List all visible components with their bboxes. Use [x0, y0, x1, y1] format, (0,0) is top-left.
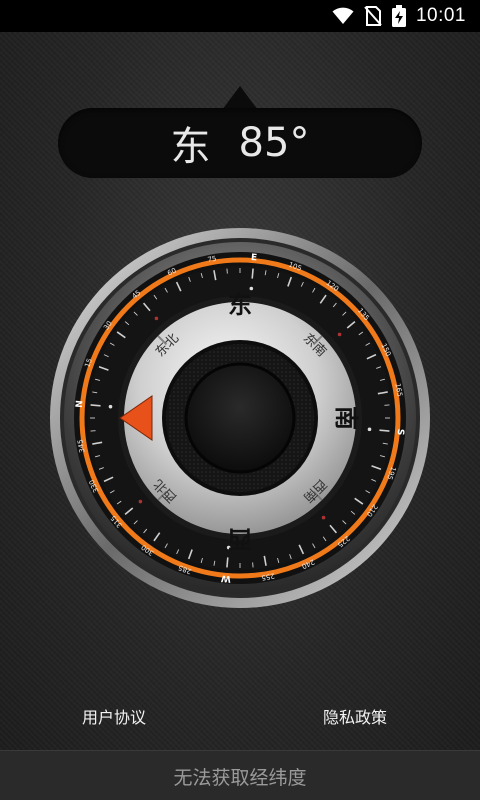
degree-label: 75 — [207, 255, 217, 264]
heading-degrees: 85° — [238, 120, 310, 166]
location-status-bar: 无法获取经纬度 — [0, 750, 480, 800]
ring-marker — [321, 515, 326, 520]
wifi-icon — [332, 7, 354, 24]
status-bar: 10:01 — [0, 0, 480, 32]
cardinal-label: S — [395, 428, 406, 435]
status-icons: 10:01 — [332, 0, 466, 32]
ring-marker — [367, 427, 372, 432]
dial-tick — [90, 404, 101, 407]
dial-tick — [226, 557, 229, 568]
heading-direction: 东 — [170, 124, 211, 170]
ring-marker — [154, 316, 159, 321]
inner-label-top: 东 — [228, 291, 252, 319]
inner-label-bottom: 西 — [228, 525, 252, 553]
ring-marker — [249, 286, 254, 291]
cardinal-label: N — [75, 400, 86, 408]
compass-hub — [184, 362, 296, 474]
cardinal-label: W — [221, 572, 232, 583]
no-sim-icon — [364, 6, 382, 26]
ring-marker — [138, 499, 143, 504]
status-time: 10:01 — [415, 5, 466, 26]
privacy-policy-link[interactable]: 隐私政策 — [323, 704, 387, 728]
ring-marker — [108, 404, 113, 409]
cardinal-label: E — [250, 253, 257, 263]
dial-tick — [251, 268, 254, 279]
heading-pointer-notch — [222, 86, 258, 110]
user-agreement-link[interactable]: 用户协议 — [82, 704, 146, 728]
heading-display: 东 85° — [58, 108, 422, 178]
compass-dial: 1530456075105120135150165195210225240255… — [50, 228, 430, 608]
battery-charging-icon — [391, 5, 406, 27]
dial-tick — [379, 429, 390, 432]
ring-marker — [337, 332, 342, 337]
location-status-text: 无法获取经纬度 — [173, 766, 307, 789]
inner-label-right: 南 — [332, 406, 360, 430]
